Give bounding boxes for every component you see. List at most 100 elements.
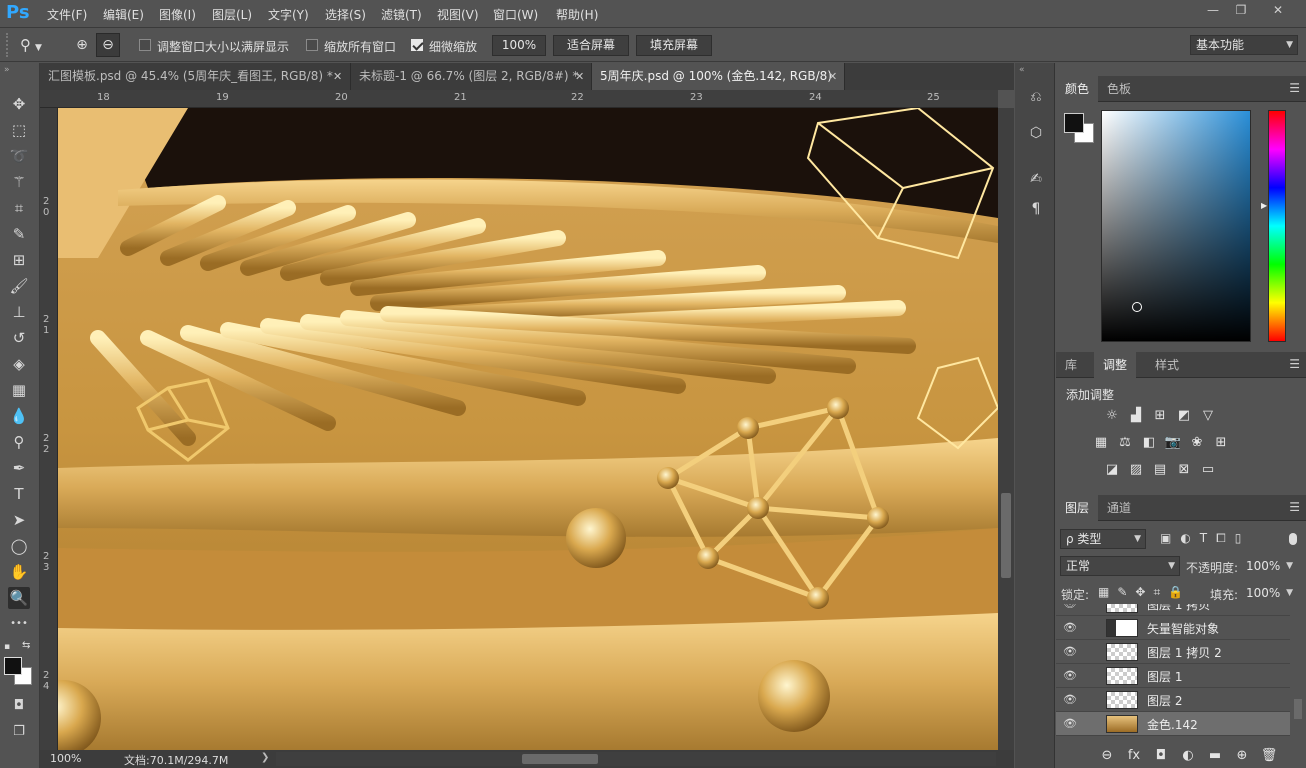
levels-icon[interactable]: ▟ xyxy=(1127,407,1145,425)
channel-mixer-icon[interactable]: ❀ xyxy=(1188,434,1206,452)
tab-styles[interactable]: 样式 xyxy=(1146,352,1188,378)
brightness-icon[interactable]: ☼ xyxy=(1103,407,1121,425)
black-white-icon[interactable]: ◧ xyxy=(1140,434,1158,452)
layer-filter-select[interactable]: ρ 类型 ▼ xyxy=(1060,529,1146,549)
collapse-toolbar-icon[interactable]: » xyxy=(4,65,10,75)
horizontal-scroll-thumb[interactable] xyxy=(522,754,598,764)
status-zoom[interactable]: 100% xyxy=(50,752,81,765)
new-layer-icon[interactable]: ⊕ xyxy=(1233,747,1251,765)
color-saturation-field[interactable] xyxy=(1101,110,1251,342)
threshold-icon[interactable]: ▤ xyxy=(1151,461,1169,479)
gradient-map-icon[interactable]: ▭ xyxy=(1199,461,1217,479)
status-menu-arrow[interactable]: ❯ xyxy=(261,752,269,763)
tab-untitled-1[interactable]: 未标题-1 @ 66.7% (图层 2, RGB/8#) * ✕ xyxy=(351,63,592,90)
blend-mode-select[interactable]: 正常 ▼ xyxy=(1060,556,1180,576)
layer-row[interactable]: 👁 图层 2 xyxy=(1056,688,1290,712)
history-panel-icon[interactable]: ⎌ xyxy=(1026,87,1046,107)
zoom-value-field[interactable]: 100% xyxy=(492,35,546,56)
hue-saturation-icon[interactable]: ▦ xyxy=(1092,434,1110,452)
scrubby-zoom-checkbox[interactable] xyxy=(411,39,423,51)
eye-icon[interactable]: 👁 xyxy=(1062,604,1078,611)
curves-icon[interactable]: ⊞ xyxy=(1151,407,1169,425)
zoom-out-icon[interactable]: ⊖ xyxy=(96,33,120,57)
posterize-icon[interactable]: ▨ xyxy=(1127,461,1145,479)
opacity-field[interactable]: 100% ▼ xyxy=(1240,556,1298,576)
brush-tool-icon[interactable]: 🖌 xyxy=(8,275,30,297)
eye-icon[interactable]: 👁 xyxy=(1062,621,1078,635)
clone-stamp-tool-icon[interactable]: ⊥ xyxy=(8,301,30,323)
fx-icon[interactable]: fx xyxy=(1125,747,1143,765)
eye-icon[interactable]: 👁 xyxy=(1062,669,1078,683)
menu-help[interactable]: 帮助(H) xyxy=(556,6,598,23)
menu-select[interactable]: 选择(S) xyxy=(325,6,366,23)
foreground-color-swatch[interactable] xyxy=(4,657,22,675)
vertical-ruler[interactable]: 2 0 2 1 2 2 2 3 2 4 xyxy=(40,108,58,750)
menu-layer[interactable]: 图层(L) xyxy=(212,6,252,23)
invert-icon[interactable]: ◪ xyxy=(1103,461,1121,479)
menu-window[interactable]: 窗口(W) xyxy=(493,6,538,23)
3d-panel-icon[interactable]: ⬡ xyxy=(1026,123,1046,143)
layer-row[interactable]: 👁 图层 1 拷贝 xyxy=(1056,604,1290,616)
menu-type[interactable]: 文字(Y) xyxy=(268,6,309,23)
panel-menu-icon[interactable]: ☰ xyxy=(1289,81,1300,95)
horizontal-ruler[interactable]: 18 19 20 21 22 23 24 25 xyxy=(40,90,998,108)
exposure-icon[interactable]: ◩ xyxy=(1175,407,1193,425)
path-selection-tool-icon[interactable]: ➤ xyxy=(8,509,30,531)
tab-swatches[interactable]: 色板 xyxy=(1098,76,1140,102)
dodge-tool-icon[interactable]: ⚲ xyxy=(8,431,30,453)
panel-menu-icon[interactable]: ☰ xyxy=(1289,500,1300,514)
zoom-in-icon[interactable]: ⊕ xyxy=(72,35,92,55)
link-icon[interactable]: ⊖ xyxy=(1098,747,1116,765)
tab-layers[interactable]: 图层 xyxy=(1056,495,1099,521)
layer-filter-icons[interactable]: ▣◐T⧠▯ xyxy=(1160,531,1250,546)
zoom-all-checkbox[interactable] xyxy=(306,39,318,51)
tab-channels[interactable]: 通道 xyxy=(1098,495,1140,521)
zoom-preset-icon[interactable]: ⚲ ▼ xyxy=(20,36,54,54)
healing-brush-tool-icon[interactable]: ⊞ xyxy=(8,249,30,271)
quick-mask-icon[interactable]: ◘ xyxy=(8,695,30,717)
horizontal-scrollbar[interactable] xyxy=(276,752,996,766)
menu-filter[interactable]: 滤镜(T) xyxy=(381,6,422,23)
close-icon[interactable]: ✕ xyxy=(828,63,837,90)
layer-row[interactable]: 👁 金色.142 xyxy=(1056,712,1290,736)
menu-edit[interactable]: 编辑(E) xyxy=(103,6,144,23)
filter-toggle-icon[interactable] xyxy=(1289,533,1297,545)
color-lookup-icon[interactable]: ⊞ xyxy=(1212,434,1230,452)
photo-filter-icon[interactable]: 📷 xyxy=(1164,434,1182,452)
vibrance-icon[interactable]: ▽ xyxy=(1199,407,1217,425)
adjustment-icon[interactable]: ◐ xyxy=(1179,747,1197,765)
color-foreground-swatch[interactable] xyxy=(1064,113,1084,133)
lock-options-icons[interactable]: ▦✎✥⌗🔒 xyxy=(1098,585,1191,600)
expand-dock-icon[interactable]: « xyxy=(1019,65,1025,75)
screen-mode-icon[interactable]: ❐ xyxy=(8,721,30,743)
group-icon[interactable]: ▬ xyxy=(1206,747,1224,765)
selective-color-icon[interactable]: ⊠ xyxy=(1175,461,1193,479)
blur-tool-icon[interactable]: 💧 xyxy=(8,405,30,427)
document-canvas[interactable] xyxy=(58,108,998,750)
magic-wand-tool-icon[interactable]: ⚚ xyxy=(8,171,30,193)
layer-row[interactable]: 👁 矢量智能对象 xyxy=(1056,616,1290,640)
lasso-tool-icon[interactable]: ➰ xyxy=(8,145,30,167)
pen-tool-icon[interactable]: ✒ xyxy=(8,457,30,479)
hue-slider-marker[interactable]: ▶ xyxy=(1261,201,1267,210)
history-brush-tool-icon[interactable]: ↺ xyxy=(8,327,30,349)
close-icon[interactable]: ✕ xyxy=(575,63,584,90)
eye-icon[interactable]: 👁 xyxy=(1062,693,1078,707)
layers-scroll-thumb[interactable] xyxy=(1294,699,1302,719)
marquee-tool-icon[interactable]: ⬚ xyxy=(8,119,30,141)
eye-icon[interactable]: 👁 xyxy=(1062,717,1078,731)
restore-button[interactable]: ❐ xyxy=(1228,2,1254,18)
hand-tool-icon[interactable]: ✋ xyxy=(8,561,30,583)
layer-row[interactable]: 👁 图层 1 拷贝 2 xyxy=(1056,640,1290,664)
menu-file[interactable]: 文件(F) xyxy=(47,6,87,23)
fill-field[interactable]: 100% ▼ xyxy=(1240,583,1298,603)
color-balance-icon[interactable]: ⚖ xyxy=(1116,434,1134,452)
trash-icon[interactable]: 🗑 xyxy=(1260,747,1278,765)
tab-hui-tu-template[interactable]: 汇图模板.psd @ 45.4% (5周年庆_看图王, RGB/8) * ✕ xyxy=(40,63,351,90)
paragraph-panel-icon[interactable]: ¶ xyxy=(1026,199,1046,219)
close-window-button[interactable]: ✕ xyxy=(1262,2,1294,18)
swap-colors-icon[interactable]: ⇆ xyxy=(22,640,30,651)
menu-image[interactable]: 图像(I) xyxy=(159,6,196,23)
move-tool-icon[interactable]: ✥ xyxy=(8,93,30,115)
minimize-button[interactable]: — xyxy=(1200,2,1226,18)
